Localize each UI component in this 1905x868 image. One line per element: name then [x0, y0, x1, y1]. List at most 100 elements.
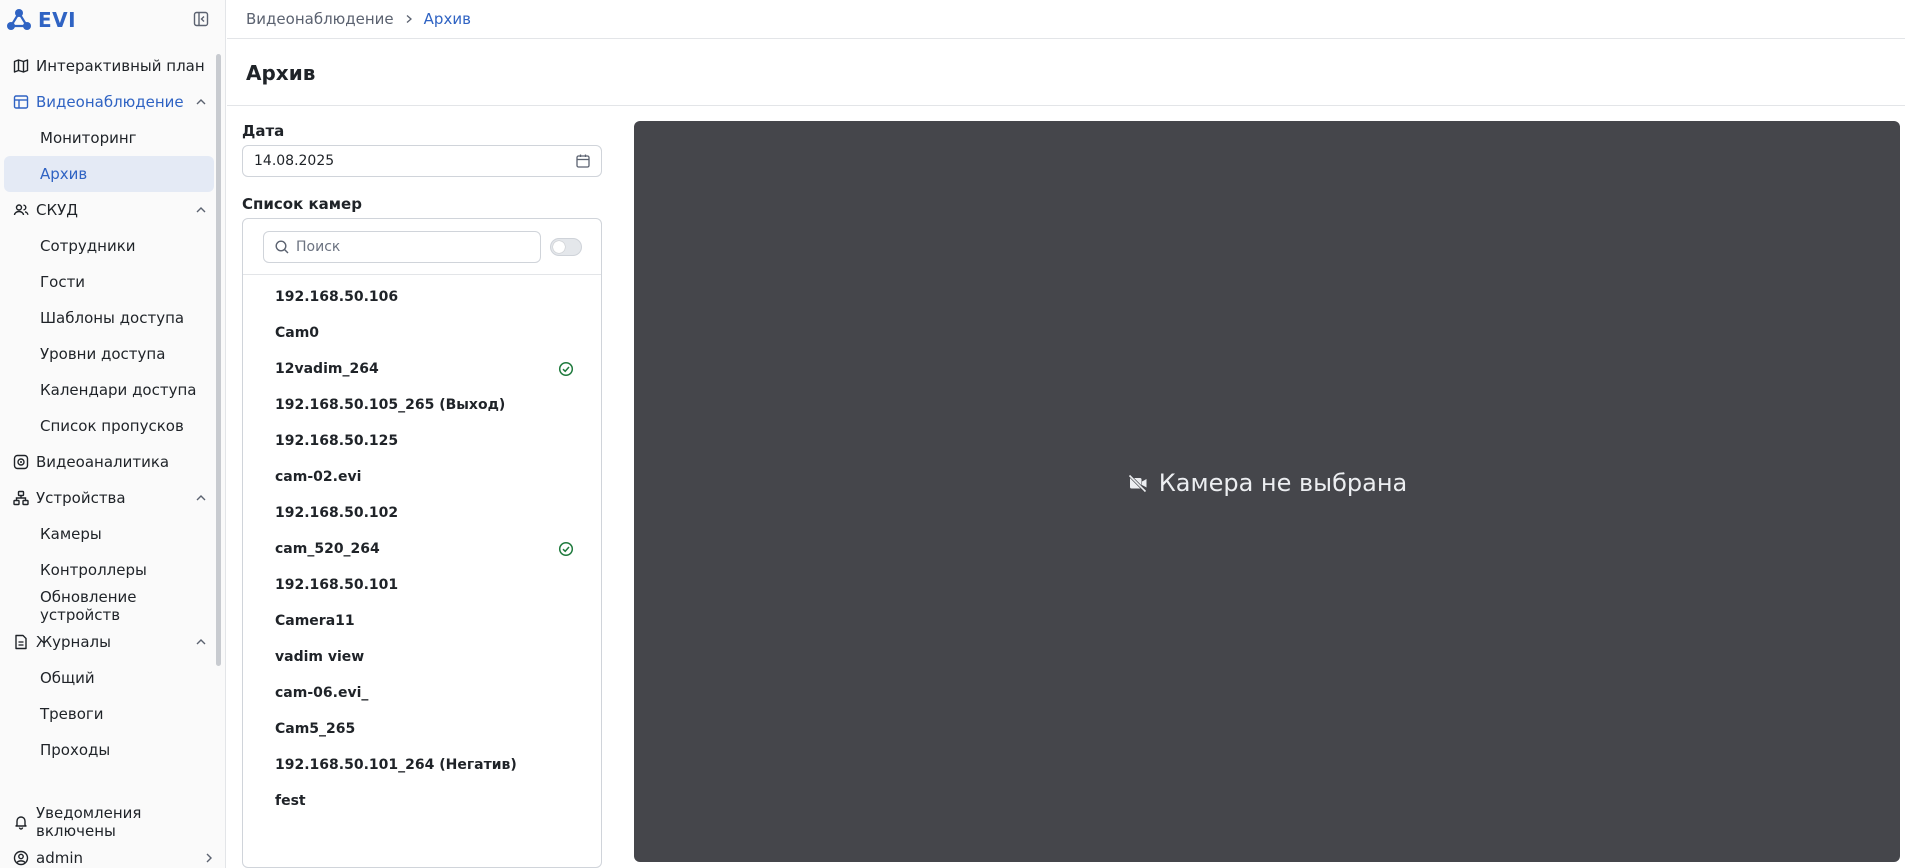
- breadcrumb-current: Архив: [423, 10, 471, 28]
- sidebar-subitem[interactable]: Гости: [4, 264, 214, 300]
- check-circle-icon: [558, 361, 574, 377]
- sidebar-subitem[interactable]: Общий: [4, 660, 214, 696]
- devices-icon: [12, 489, 30, 507]
- sidebar-item-2[interactable]: СКУД: [0, 192, 218, 228]
- sidebar-subitem[interactable]: Тревоги: [4, 696, 214, 732]
- sidebar-subitem[interactable]: Список пропусков: [4, 408, 214, 444]
- sidebar-subitem[interactable]: Уровни доступа: [4, 336, 214, 372]
- map-icon: [12, 57, 30, 75]
- user-menu[interactable]: admin: [0, 840, 226, 868]
- camera-list-box: 192.168.50.106 Cam0 12vadim_264 192.168.50.…: [242, 218, 602, 868]
- divider: [243, 274, 601, 275]
- sidebar-item-5[interactable]: Журналы: [0, 624, 218, 660]
- sidebar-item-label: Журналы: [36, 633, 111, 651]
- sidebar: EVI Интерактивный план Видеонаблюдение Мон…: [0, 0, 226, 868]
- sidebar-subitem[interactable]: Обновление устройств: [4, 588, 214, 624]
- camera-name: Cam5_265: [275, 721, 356, 737]
- camera-name: fest: [275, 793, 306, 809]
- camera-list-item[interactable]: vadim view: [243, 639, 601, 675]
- sidebar-subitem[interactable]: Камеры: [4, 516, 214, 552]
- sidebar-subitem[interactable]: Сотрудники: [4, 228, 214, 264]
- camera-list-item[interactable]: fest: [243, 783, 601, 819]
- chevron-up-icon[interactable]: [194, 95, 208, 109]
- chevron-up-icon[interactable]: [194, 635, 208, 649]
- camera-list-item[interactable]: cam-02.evi: [243, 459, 601, 495]
- camera-list-item[interactable]: Cam5_265: [243, 711, 601, 747]
- logo[interactable]: EVI: [0, 0, 225, 40]
- journal-icon: [12, 633, 30, 651]
- no-camera-placeholder: Камера не выбрана: [1127, 468, 1408, 497]
- search-input[interactable]: [296, 239, 526, 255]
- breadcrumb-parent[interactable]: Видеонаблюдение: [246, 10, 394, 28]
- camera-list-item[interactable]: cam_520_264: [243, 531, 601, 567]
- camera-name: 12vadim_264: [275, 361, 379, 377]
- sidebar-subitem[interactable]: Шаблоны доступа: [4, 300, 214, 336]
- camera-list-item[interactable]: 192.168.50.125: [243, 423, 601, 459]
- search-icon: [274, 239, 290, 255]
- camera-filter-toggle[interactable]: [550, 238, 582, 256]
- camera-list-item[interactable]: 192.168.50.102: [243, 495, 601, 531]
- camera-list-item[interactable]: Cam0: [243, 315, 601, 351]
- page-header: Архив: [227, 40, 1905, 106]
- camera-list-item[interactable]: 192.168.50.106: [243, 279, 601, 315]
- chevron-up-icon[interactable]: [194, 491, 208, 505]
- notifications-label: Уведомления включены: [35, 804, 142, 840]
- sidebar-subitem[interactable]: Календари доступа: [4, 372, 214, 408]
- date-label: Дата: [242, 122, 285, 140]
- camera-name: 192.168.50.106: [275, 289, 399, 305]
- calendar-icon[interactable]: [575, 153, 591, 169]
- sidebar-item-label: Видеонаблюдение: [36, 93, 184, 111]
- camera-name: Cam0: [275, 325, 320, 341]
- sidebar-subitem[interactable]: Архив: [4, 156, 214, 192]
- camera-name: cam-06.evi_: [275, 685, 369, 701]
- sidebar-item-4[interactable]: Устройства: [0, 480, 218, 516]
- camera-list-label: Список камер: [242, 195, 362, 213]
- sidebar-subitem[interactable]: Мониторинг: [4, 120, 214, 156]
- camera-name: Camera11: [275, 613, 355, 629]
- user-label: admin: [36, 849, 83, 867]
- date-value: 14.08.2025: [254, 153, 335, 169]
- video-off-icon: [1127, 472, 1149, 494]
- chevron-up-icon[interactable]: [194, 203, 208, 217]
- check-circle-icon: [558, 541, 574, 557]
- camera-list-item[interactable]: 192.168.50.105_265 (Выход): [243, 387, 601, 423]
- camera-list-item[interactable]: Camera11: [243, 603, 601, 639]
- notifications-toggle[interactable]: Уведомления включены: [0, 804, 226, 840]
- camera-list-item[interactable]: 12vadim_264: [243, 351, 601, 387]
- camera-name: 192.168.50.101: [275, 577, 399, 593]
- sidebar-item-0[interactable]: Интерактивный план: [0, 48, 218, 84]
- chevron-right-icon: [404, 14, 414, 24]
- sidebar-item-label: СКУД: [36, 201, 78, 219]
- camera-name: vadim view: [275, 649, 365, 665]
- chevron-right-icon: [206, 853, 212, 863]
- camera-list-item[interactable]: 192.168.50.101: [243, 567, 601, 603]
- video-grid-icon: [12, 93, 30, 111]
- date-picker[interactable]: 14.08.2025: [242, 145, 602, 177]
- sidebar-subitem[interactable]: Контроллеры: [4, 552, 214, 588]
- bell-icon: [12, 813, 30, 831]
- sidebar-scrollbar[interactable]: [216, 54, 221, 666]
- app-name: EVI: [38, 8, 77, 32]
- camera-list: 192.168.50.106 Cam0 12vadim_264 192.168.50.…: [243, 279, 601, 819]
- sidebar-bottom: Уведомления включены admin: [0, 804, 226, 868]
- camera-list-item[interactable]: cam-06.evi_: [243, 675, 601, 711]
- video-player: Камера не выбрана: [634, 121, 1900, 862]
- sidebar-subitem[interactable]: Проходы: [4, 732, 214, 768]
- page-title: Архив: [246, 60, 316, 85]
- sidebar-item-3[interactable]: Видеоаналитика: [0, 444, 218, 480]
- no-camera-message: Камера не выбрана: [1158, 468, 1408, 497]
- sidebar-nav: Интерактивный план Видеонаблюдение Монитор…: [0, 48, 218, 768]
- user-avatar-icon: [12, 849, 30, 867]
- analytics-icon: [12, 453, 30, 471]
- camera-name: cam-02.evi: [275, 469, 362, 485]
- toggle-knob: [553, 241, 565, 253]
- camera-name: 192.168.50.125: [275, 433, 399, 449]
- camera-search[interactable]: [263, 231, 541, 263]
- sidebar-item-1[interactable]: Видеонаблюдение: [0, 84, 218, 120]
- camera-name: 192.168.50.101_264 (Негатив): [275, 757, 517, 773]
- sidebar-item-label: Видеоаналитика: [36, 453, 170, 471]
- users-icon: [12, 201, 30, 219]
- camera-list-item[interactable]: 192.168.50.101_264 (Негатив): [243, 747, 601, 783]
- sidebar-item-label: Интерактивный план: [36, 57, 205, 75]
- collapse-sidebar-icon[interactable]: [193, 11, 209, 27]
